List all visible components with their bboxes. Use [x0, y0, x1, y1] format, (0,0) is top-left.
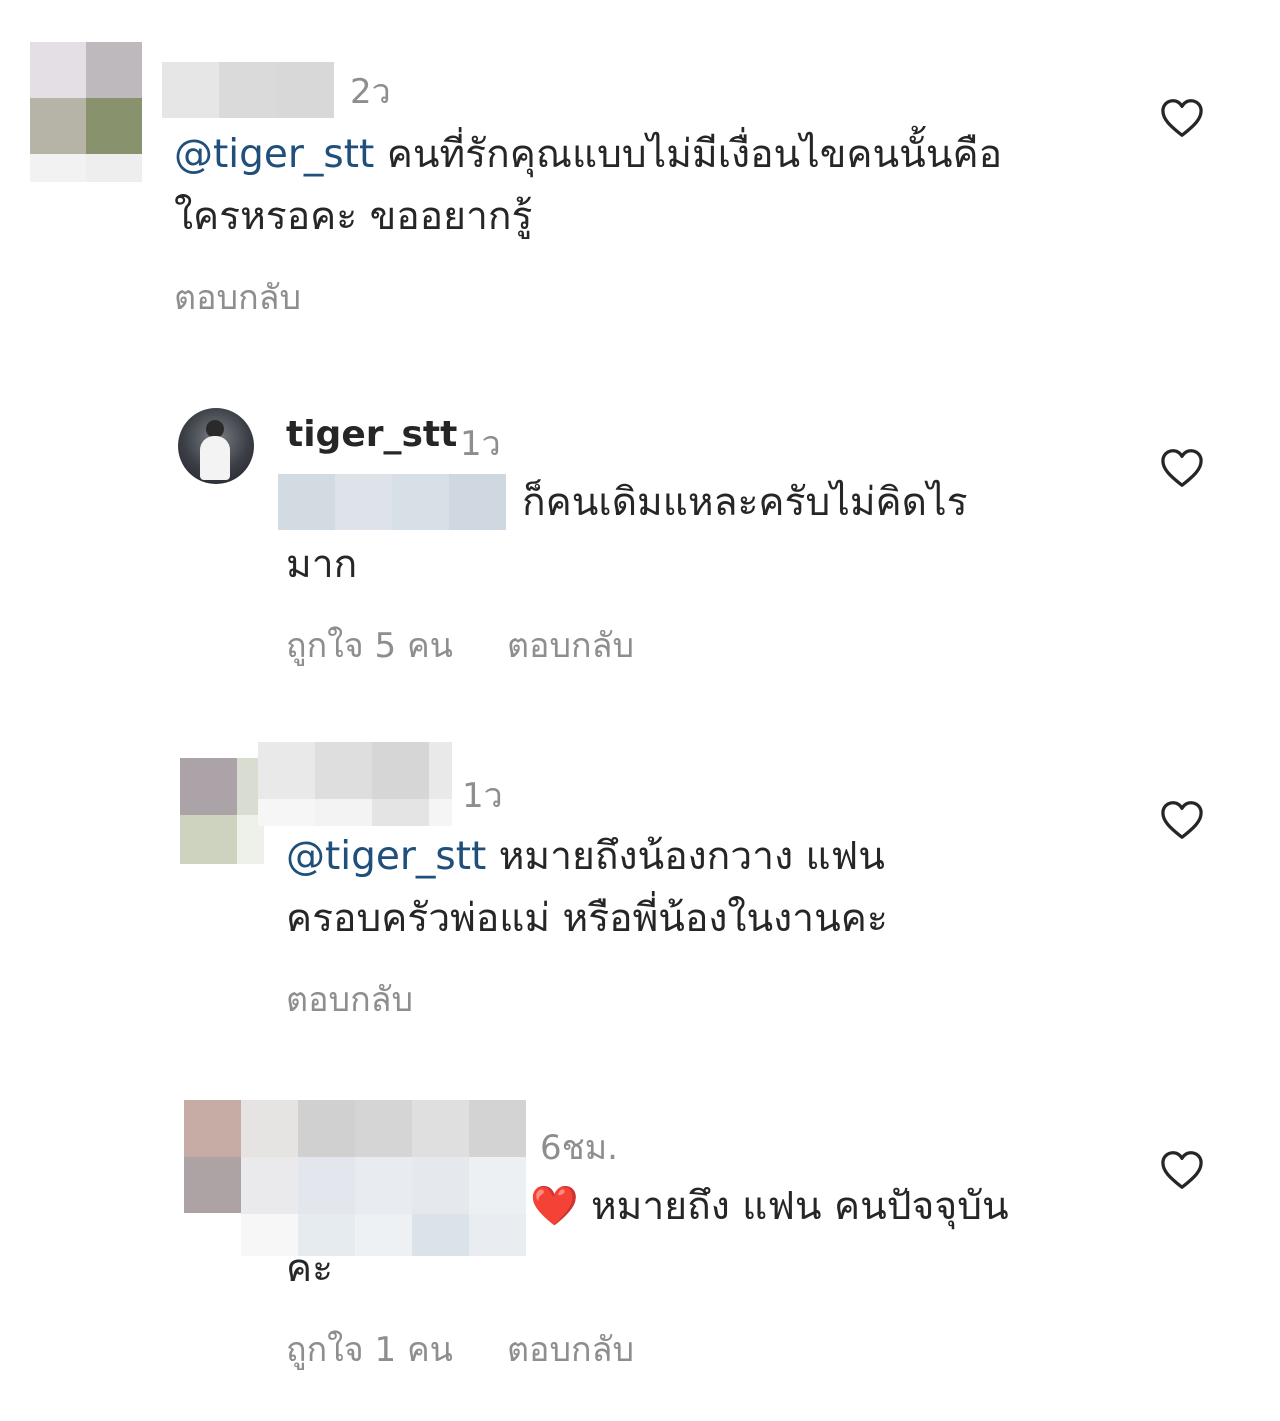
comment-time: 6ชม.	[540, 1128, 618, 1168]
comment-text: ❤️ หมายถึง แฟน คนปัจจุบัน คะ	[286, 1176, 1146, 1300]
comment-text: @tiger_stt หมายถึงน้องกวาง แฟน ครอบครัวพ…	[286, 826, 1106, 950]
mention-link[interactable]: @tiger_stt	[286, 834, 486, 879]
comment-text-line2: ใครหรอคะ ขออยากรู้	[174, 194, 533, 239]
comment-1: 2ว @tiger_stt คนที่รักคุณแบบไม่มีเงื่อนไ…	[0, 0, 1280, 340]
comment-time: 1ว	[462, 776, 503, 816]
comment-text-line2: มาก	[286, 542, 358, 587]
username-pixelated[interactable]	[162, 62, 334, 118]
comment-time: 2ว	[350, 72, 391, 112]
comment-actions: ตอบกลับ	[286, 972, 467, 1026]
comment-3: 1ว @tiger_stt หมายถึงน้องกวาง แฟน ครอบคร…	[0, 730, 1280, 1040]
comment-text-line2: คะ	[286, 1246, 334, 1291]
comment-text-line2: ครอบครัวพ่อแม่ หรือพี่น้องในงานคะ	[286, 896, 888, 941]
reply-button[interactable]: ตอบกลับ	[507, 1330, 634, 1370]
red-heart-emoji: ❤️	[530, 1184, 579, 1229]
comment-actions: ตอบกลับ	[174, 270, 355, 324]
avatar-pixelated[interactable]	[180, 758, 264, 864]
heart-outline-icon[interactable]	[1160, 1150, 1204, 1190]
likes-count-link[interactable]: ถูกใจ 1 คน	[286, 1330, 453, 1370]
comment-text-line1: ก็คนเดิมแหละครับไม่คิดไร	[522, 480, 968, 525]
reply-button[interactable]: ตอบกลับ	[286, 980, 413, 1020]
avatar-pixelated[interactable]	[184, 1100, 241, 1213]
username-pixelated[interactable]	[258, 742, 452, 826]
heart-outline-icon[interactable]	[1160, 800, 1204, 840]
heart-outline-icon[interactable]	[1160, 98, 1204, 138]
comment-text-line1: หมายถึง แฟน คนปัจจุบัน	[578, 1184, 1009, 1229]
avatar-pixelated[interactable]	[30, 42, 142, 182]
avatar[interactable]	[178, 408, 254, 484]
reply-button[interactable]: ตอบกลับ	[507, 626, 634, 666]
comment-actions: ถูกใจ 5 คน ตอบกลับ	[286, 618, 688, 672]
comment-time: 1ว	[460, 424, 501, 464]
comment-text: ก็คนเดิมแหละครับไม่คิดไร มาก	[286, 472, 1086, 596]
likes-count-link[interactable]: ถูกใจ 5 คน	[286, 626, 453, 666]
reply-button[interactable]: ตอบกลับ	[174, 278, 301, 318]
comment-text-line1: คนที่รักคุณแบบไม่มีเงื่อนไขคนนั้นคือ	[374, 132, 1003, 177]
heart-outline-icon[interactable]	[1160, 448, 1204, 488]
comment-text-line1: หมายถึงน้องกวาง แฟน	[486, 834, 885, 879]
comment-text: @tiger_stt คนที่รักคุณแบบไม่มีเงื่อนไขคน…	[174, 124, 1134, 248]
comment-4: 6ชม. ❤️ หมายถึง แฟน คนปัจจุบัน คะ ถูกใจ …	[0, 1080, 1280, 1421]
comment-actions: ถูกใจ 1 คน ตอบกลับ	[286, 1322, 688, 1376]
username[interactable]: tiger_stt	[286, 414, 457, 455]
avatar-figure-body	[200, 436, 230, 480]
mention-link[interactable]: @tiger_stt	[174, 132, 374, 177]
comment-2: tiger_stt 1ว ก็คนเดิมแหละครับไม่คิดไร มา…	[0, 390, 1280, 690]
